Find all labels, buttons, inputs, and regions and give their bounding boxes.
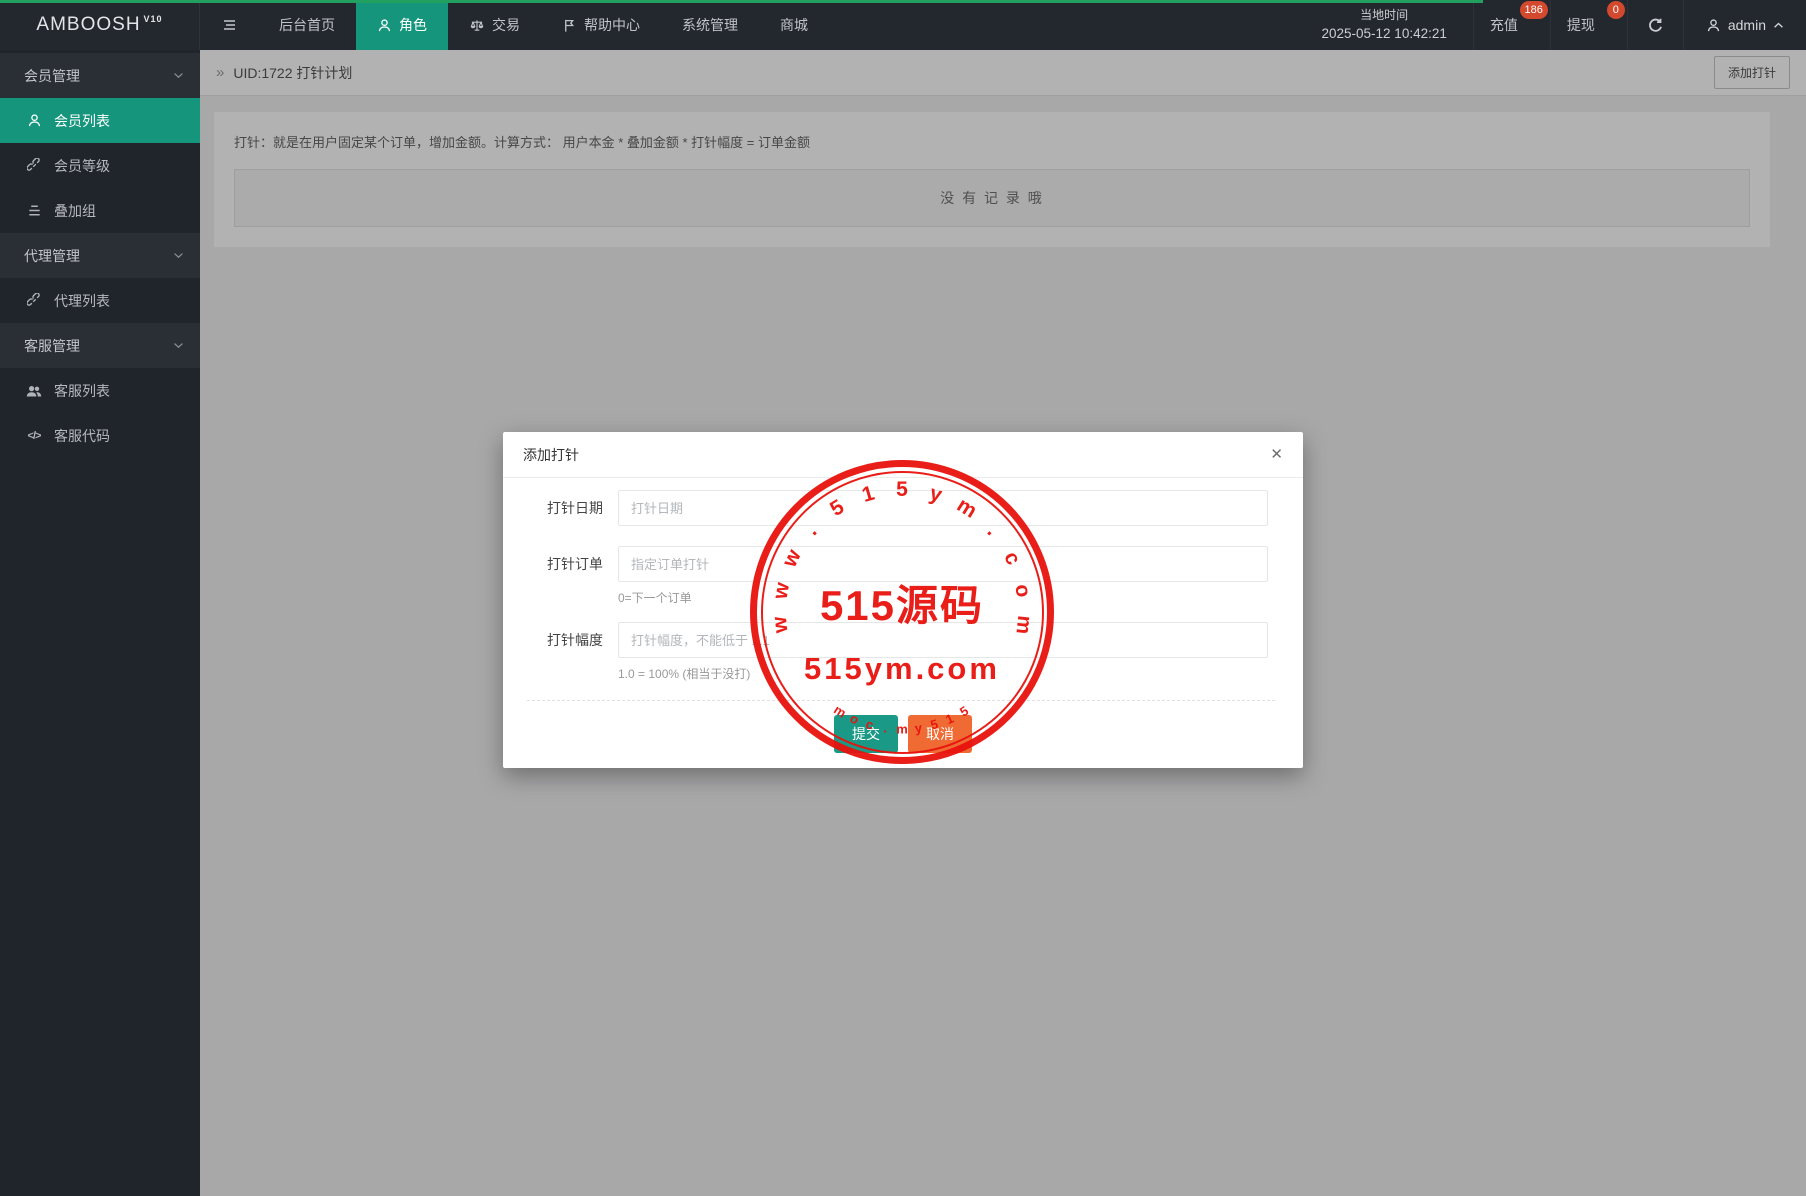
withdraw-count-badge: 0 <box>1607 1 1625 19</box>
local-time-value: 2025-05-12 10:42:21 <box>1322 27 1447 41</box>
sidebar-item-label: 客服代码 <box>54 426 110 446</box>
top-menu-label: 后台首页 <box>279 15 335 35</box>
sidebar: 会员管理 会员列表 会员等级 叠加组 代理管理 代理列表 客服管理 <box>0 50 200 1196</box>
link-icon <box>26 158 42 173</box>
topbar-right: 当地时间 2025-05-12 10:42:21 充值 186 提现 0 adm… <box>1296 0 1806 50</box>
form-row-rate: 打针幅度 1.0 = 100% (相当于没打) <box>519 622 1283 682</box>
sidebar-item-label: 叠加组 <box>54 201 96 221</box>
modal-footer: 提交 取消 <box>503 701 1303 770</box>
scales-icon <box>469 18 485 33</box>
form-row-order: 打针订单 0=下一个订单 <box>519 546 1283 606</box>
app-logo-text: AMBOOSH <box>36 14 140 36</box>
sidebar-item-stack-group[interactable]: 叠加组 <box>0 188 200 233</box>
withdraw-menu-item[interactable]: 提现 0 <box>1550 0 1627 50</box>
refresh-icon <box>1647 17 1664 34</box>
top-menu-label: 系统管理 <box>682 15 738 35</box>
top-menu-item-home[interactable]: 后台首页 <box>258 0 356 50</box>
cancel-button[interactable]: 取消 <box>908 715 972 753</box>
local-time-label: 当地时间 <box>1360 9 1408 21</box>
top-menu: 后台首页 角色 交易 帮助中心 系统管理 商城 <box>258 0 829 50</box>
chevron-down-icon <box>173 252 184 259</box>
refresh-button[interactable] <box>1627 0 1683 50</box>
form-row-date: 打针日期 <box>519 490 1283 526</box>
local-time: 当地时间 2025-05-12 10:42:21 <box>1296 0 1473 50</box>
sidebar-group-label: 代理管理 <box>24 246 80 266</box>
user-avatar-icon <box>1706 18 1721 33</box>
top-menu-label: 商城 <box>780 15 808 35</box>
modal-body: 打针日期 打针订单 0=下一个订单 打针幅度 1.0 = 100% (相当于没打… <box>503 478 1303 701</box>
sidebar-item-label: 代理列表 <box>54 291 110 311</box>
sidebar-item-service-code[interactable]: </> 客服代码 <box>0 413 200 458</box>
sidebar-item-label: 客服列表 <box>54 381 110 401</box>
sidebar-item-agent-list[interactable]: 代理列表 <box>0 278 200 323</box>
sidebar-item-label: 会员列表 <box>54 111 110 131</box>
withdraw-label: 提现 <box>1567 15 1595 35</box>
user-icon <box>26 113 42 128</box>
user-icon <box>377 18 392 33</box>
users-icon <box>26 384 42 398</box>
sidebar-item-member-list[interactable]: 会员列表 <box>0 98 200 143</box>
top-menu-label: 帮助中心 <box>584 15 640 35</box>
modal-title: 添加打针 <box>523 445 579 465</box>
sidebar-group-agent-management[interactable]: 代理管理 <box>0 233 200 278</box>
sidebar-item-label: 会员等级 <box>54 156 110 176</box>
top-menu-item-roles[interactable]: 角色 <box>356 0 448 50</box>
top-menu-item-trade[interactable]: 交易 <box>448 0 541 50</box>
injection-rate-hint: 1.0 = 100% (相当于没打) <box>618 665 1283 682</box>
page-load-progress-bar <box>0 0 1483 3</box>
layers-list-icon <box>26 203 42 218</box>
sidebar-group-member-management[interactable]: 会员管理 <box>0 53 200 98</box>
top-menu-label: 角色 <box>399 15 427 35</box>
topbar: AMBOOSH V10 后台首页 角色 交易 帮助中心 <box>0 0 1806 50</box>
chevron-down-icon <box>173 342 184 349</box>
app-logo: AMBOOSH V10 <box>0 0 200 50</box>
sidebar-group-label: 会员管理 <box>24 66 80 86</box>
sidebar-toggle-button[interactable] <box>200 0 258 50</box>
recharge-label: 充值 <box>1490 15 1518 35</box>
injection-date-label: 打针日期 <box>519 490 603 526</box>
sidebar-group-label: 客服管理 <box>24 336 80 356</box>
hamburger-icon <box>221 17 238 33</box>
recharge-menu-item[interactable]: 充值 186 <box>1473 0 1550 50</box>
sidebar-item-service-list[interactable]: 客服列表 <box>0 368 200 413</box>
username: admin <box>1728 17 1766 33</box>
chevron-up-icon <box>1773 22 1784 29</box>
sidebar-item-member-level[interactable]: 会员等级 <box>0 143 200 188</box>
top-menu-item-mall[interactable]: 商城 <box>759 0 829 50</box>
injection-order-label: 打针订单 <box>519 546 603 582</box>
modal-header: 添加打针 ✕ <box>503 432 1303 478</box>
user-menu[interactable]: admin <box>1683 0 1806 50</box>
link-icon <box>26 293 42 308</box>
injection-order-hint: 0=下一个订单 <box>618 589 1283 606</box>
injection-rate-input[interactable] <box>618 622 1268 658</box>
submit-button[interactable]: 提交 <box>834 715 898 753</box>
recharge-count-badge: 186 <box>1520 1 1548 19</box>
top-menu-item-system[interactable]: 系统管理 <box>661 0 759 50</box>
code-icon: </> <box>26 430 42 442</box>
app-version: V10 <box>144 14 163 24</box>
flag-icon <box>562 18 577 33</box>
top-menu-label: 交易 <box>492 15 520 35</box>
chevron-down-icon <box>173 72 184 79</box>
injection-order-input[interactable] <box>618 546 1268 582</box>
injection-rate-label: 打针幅度 <box>519 622 603 658</box>
sidebar-group-service-management[interactable]: 客服管理 <box>0 323 200 368</box>
close-icon[interactable]: ✕ <box>1270 447 1283 462</box>
top-menu-item-help[interactable]: 帮助中心 <box>541 0 661 50</box>
add-injection-modal: 添加打针 ✕ 打针日期 打针订单 0=下一个订单 打针幅度 1.0 = 100%… <box>503 432 1303 768</box>
injection-date-input[interactable] <box>618 490 1268 526</box>
